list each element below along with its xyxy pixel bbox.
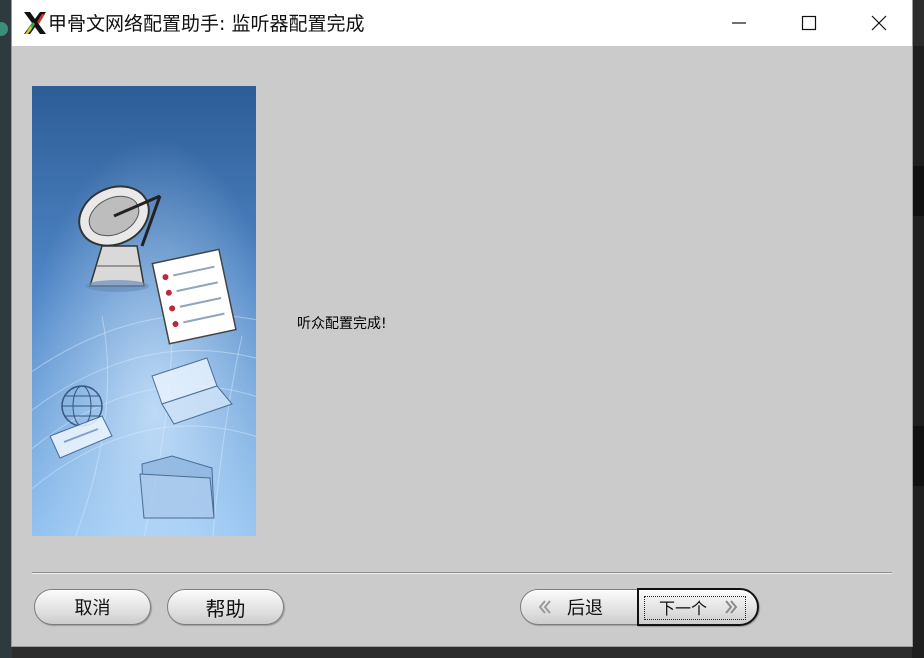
back-button-label: 后退 [567, 598, 603, 619]
focus-indicator [644, 596, 746, 620]
title-bar[interactable]: 甲骨文网络配置助手: 监听器配置完成 [12, 0, 912, 46]
oracle-x-logo-icon [24, 12, 46, 34]
wizard-side-illustration [32, 86, 256, 536]
folder-icon [139, 455, 215, 519]
minimize-icon [732, 22, 746, 24]
next-button[interactable]: 下一个 [637, 588, 759, 626]
completion-message: 听众配置完成! [297, 316, 387, 332]
desktop-edge-left [0, 0, 12, 658]
maximize-button[interactable] [774, 0, 844, 46]
desktop-edge-right [912, 46, 924, 658]
maximize-icon [801, 15, 817, 31]
chevron-left-icon [537, 599, 553, 615]
wizard-window: 甲骨文网络配置助手: 监听器配置完成 听众配置完成! 取消 帮助 后退 下一个 [12, 0, 912, 646]
button-separator [32, 572, 892, 574]
help-button[interactable]: 帮助 [167, 589, 284, 625]
minimize-button[interactable] [704, 0, 774, 46]
cancel-button[interactable]: 取消 [34, 589, 151, 625]
window-title: 甲骨文网络配置助手: 监听器配置完成 [48, 13, 365, 35]
close-button[interactable] [844, 0, 914, 46]
close-icon [871, 15, 887, 31]
back-button[interactable]: 后退 [520, 589, 642, 625]
